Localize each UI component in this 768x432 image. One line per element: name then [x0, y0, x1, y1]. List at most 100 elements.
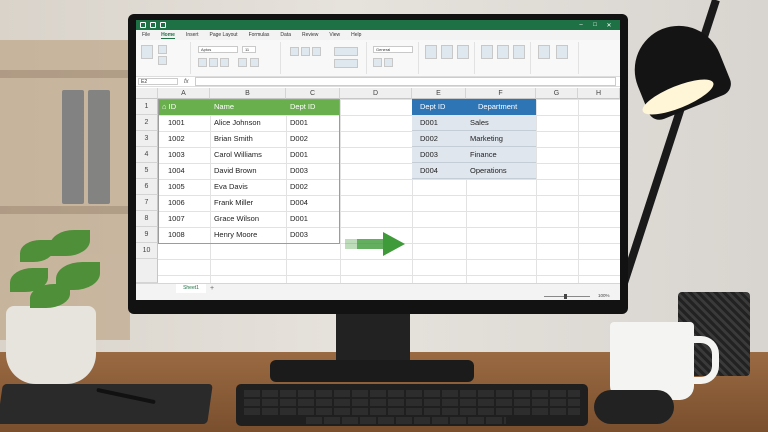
cut-icon[interactable] — [158, 45, 167, 54]
conditional-formatting-icon[interactable] — [425, 45, 437, 59]
format-cells-icon[interactable] — [513, 45, 525, 59]
column-header-e[interactable]: E — [412, 88, 466, 99]
tab-home[interactable]: Home — [161, 32, 175, 39]
select-all-corner[interactable] — [136, 88, 158, 99]
fill-color-icon[interactable] — [238, 58, 247, 67]
row-header[interactable]: 6 — [136, 179, 158, 195]
table1-cell[interactable]: Frank Miller — [210, 195, 286, 211]
row-header[interactable]: 3 — [136, 131, 158, 147]
zoom-slider[interactable] — [544, 296, 590, 297]
add-sheet-icon[interactable]: + — [210, 284, 214, 293]
column-header-f[interactable]: F — [466, 88, 536, 99]
close-button[interactable]: ✕ — [602, 22, 616, 29]
bold-icon[interactable] — [198, 58, 207, 67]
find-select-icon[interactable] — [556, 45, 568, 59]
percent-icon[interactable] — [384, 58, 393, 67]
table1-cell[interactable]: D002 — [286, 131, 340, 147]
table1-cell[interactable]: D004 — [286, 195, 340, 211]
name-box[interactable]: E2 — [138, 78, 178, 85]
align-center-icon[interactable] — [301, 47, 310, 56]
table1-cell[interactable]: 1005 — [158, 179, 210, 195]
table1-cell[interactable]: 1007 — [158, 211, 210, 227]
format-as-table-icon[interactable] — [441, 45, 453, 59]
table2-cell[interactable]: Finance — [466, 147, 536, 163]
table1-cell[interactable]: 1001 — [158, 115, 210, 131]
merge-center-icon[interactable] — [334, 59, 358, 68]
tab-insert[interactable]: Insert — [186, 32, 199, 38]
formula-input[interactable] — [194, 77, 616, 86]
fx-icon[interactable]: fx — [184, 79, 189, 85]
maximize-button[interactable]: □ — [588, 22, 602, 28]
align-left-icon[interactable] — [290, 47, 299, 56]
undo-icon[interactable] — [150, 22, 156, 28]
table1-header-dept-id[interactable]: Dept ID — [286, 99, 340, 115]
row-header[interactable]: 10 — [136, 243, 158, 259]
column-header-b[interactable]: B — [210, 88, 286, 99]
table1-header-id[interactable]: ⌂ ID — [158, 99, 210, 115]
table2-cell[interactable]: Sales — [466, 115, 536, 131]
insert-cells-icon[interactable] — [481, 45, 493, 59]
row-header[interactable]: 8 — [136, 211, 158, 227]
table2-cell[interactable]: D001 — [412, 115, 466, 131]
table1-header-name[interactable]: Name — [210, 99, 286, 115]
table1-cell[interactable]: D003 — [286, 227, 340, 243]
font-name-box[interactable]: Aptos — [198, 46, 238, 53]
table2-cell[interactable]: Operations — [466, 163, 536, 179]
column-header-d[interactable]: D — [340, 88, 412, 99]
tab-page-layout[interactable]: Page Layout — [209, 32, 237, 38]
row-header[interactable]: 1 — [136, 99, 158, 115]
cell-styles-icon[interactable] — [457, 45, 469, 59]
delete-cells-icon[interactable] — [497, 45, 509, 59]
table1-cell[interactable]: Brian Smith — [210, 131, 286, 147]
table2-cell[interactable]: D003 — [412, 147, 466, 163]
tab-help[interactable]: Help — [351, 32, 361, 38]
redo-icon[interactable] — [160, 22, 166, 28]
font-size-box[interactable]: 11 — [242, 46, 256, 53]
table1-cell[interactable]: D001 — [286, 115, 340, 131]
table1-cell[interactable]: D001 — [286, 147, 340, 163]
zoom-slider-knob[interactable] — [564, 294, 567, 299]
worksheet-grid[interactable]: A B C D E F G H 1 2 3 4 5 6 7 8 9 10 ⌂ I… — [136, 88, 620, 283]
table2-header-department[interactable]: Department — [466, 99, 536, 115]
table2-cell[interactable]: Marketing — [466, 131, 536, 147]
tab-review[interactable]: Review — [302, 32, 318, 38]
row-header[interactable]: 9 — [136, 227, 158, 243]
italic-icon[interactable] — [209, 58, 218, 67]
row-header[interactable]: 5 — [136, 163, 158, 179]
table1-cell[interactable]: David Brown — [210, 163, 286, 179]
table1-cell[interactable]: 1002 — [158, 131, 210, 147]
number-format-box[interactable]: General — [373, 46, 413, 53]
save-icon[interactable] — [140, 22, 146, 28]
underline-icon[interactable] — [220, 58, 229, 67]
table2-cell[interactable]: D004 — [412, 163, 466, 179]
font-color-icon[interactable] — [250, 58, 259, 67]
table1-cell[interactable]: D002 — [286, 179, 340, 195]
paste-icon[interactable] — [141, 45, 153, 59]
table1-cell[interactable]: Carol Williams — [210, 147, 286, 163]
row-header[interactable]: 7 — [136, 195, 158, 211]
table1-cell[interactable]: 1008 — [158, 227, 210, 243]
table1-cell[interactable]: 1006 — [158, 195, 210, 211]
column-header-h[interactable]: H — [578, 88, 620, 99]
column-header-a[interactable]: A — [158, 88, 210, 99]
minimize-button[interactable]: – — [574, 22, 588, 28]
column-header-g[interactable]: G — [536, 88, 578, 99]
table1-cell[interactable]: 1004 — [158, 163, 210, 179]
table1-cell[interactable]: Henry Moore — [210, 227, 286, 243]
table2-header-dept-id[interactable]: Dept ID — [412, 99, 466, 115]
table2-cell[interactable]: D002 — [412, 131, 466, 147]
row-header[interactable]: 2 — [136, 115, 158, 131]
tab-view[interactable]: View — [329, 32, 340, 38]
row-header[interactable]: 4 — [136, 147, 158, 163]
wrap-text-icon[interactable] — [334, 47, 358, 56]
table1-cell[interactable]: D003 — [286, 163, 340, 179]
column-header-c[interactable]: C — [286, 88, 340, 99]
table1-cell[interactable]: Alice Johnson — [210, 115, 286, 131]
currency-icon[interactable] — [373, 58, 382, 67]
sort-filter-icon[interactable] — [538, 45, 550, 59]
align-right-icon[interactable] — [312, 47, 321, 56]
tab-file[interactable]: File — [142, 32, 150, 38]
table1-cell[interactable]: Grace Wilson — [210, 211, 286, 227]
table1-cell[interactable]: D001 — [286, 211, 340, 227]
copy-icon[interactable] — [158, 56, 167, 65]
